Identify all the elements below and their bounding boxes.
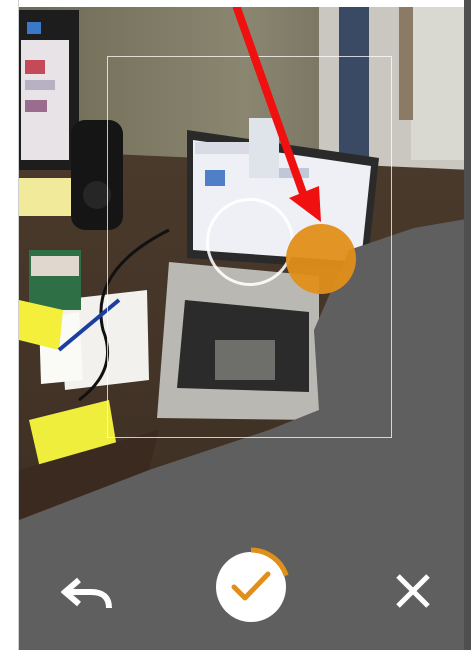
touch-indicator[interactable] — [286, 224, 356, 294]
confirm-capture-button[interactable] — [216, 547, 289, 622]
undo-button[interactable] — [60, 572, 117, 614]
focus-ring[interactable] — [206, 198, 294, 286]
close-icon — [396, 574, 430, 608]
right-edge — [464, 0, 471, 650]
camera-screen — [18, 0, 471, 650]
checkmark-icon — [231, 571, 271, 601]
top-edge — [19, 0, 471, 7]
undo-icon — [60, 577, 112, 609]
capture-toolbar — [19, 538, 471, 650]
close-button[interactable] — [392, 570, 434, 612]
